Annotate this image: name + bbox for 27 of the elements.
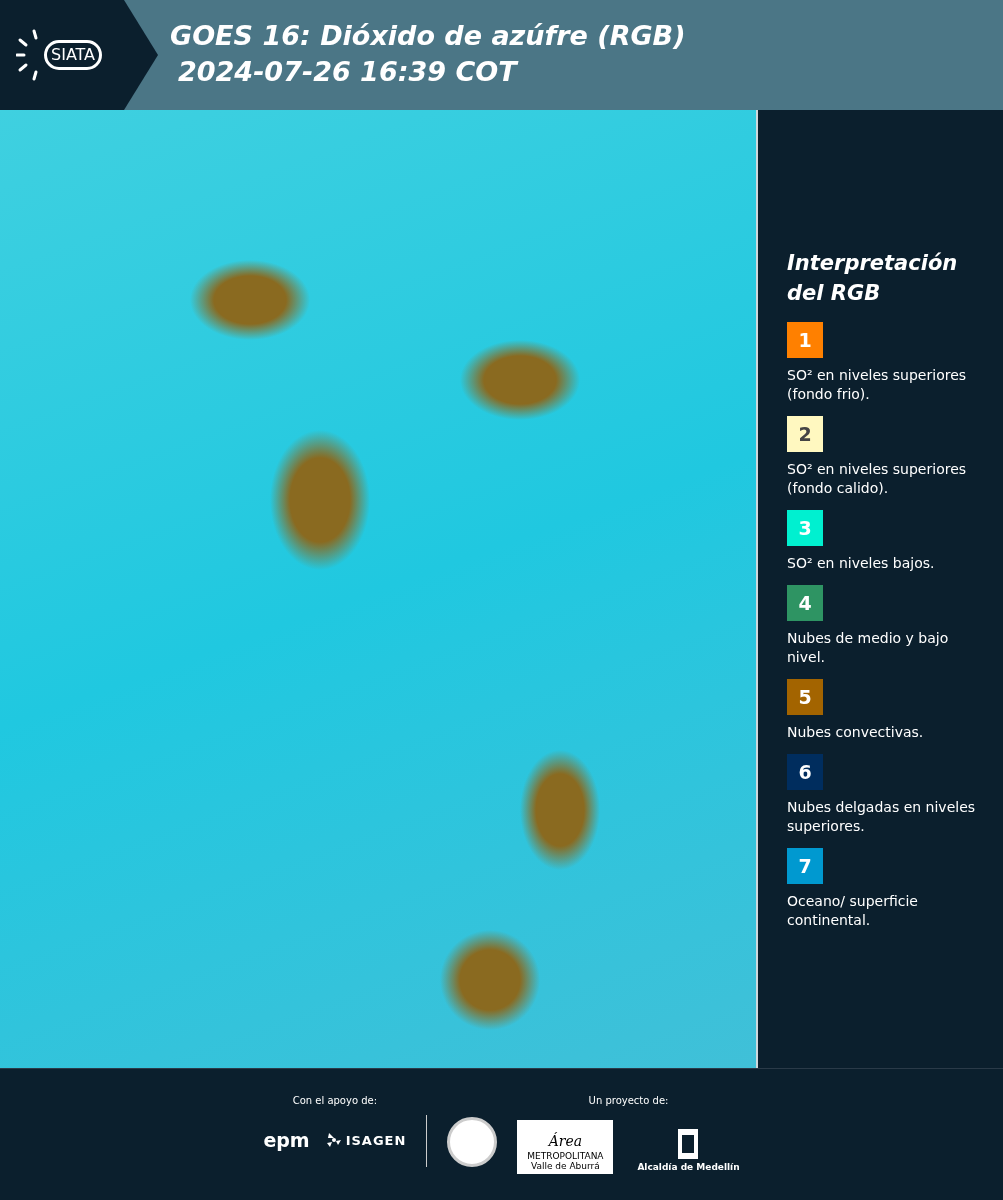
propeller-icon	[325, 1132, 342, 1149]
legend-text: Nubes convectivas.	[787, 723, 925, 742]
logo-text: ISAGEN	[345, 1131, 407, 1150]
legend-text: SO² en niveles superiores (fondo frio).	[787, 366, 968, 404]
logo-text: SIATA	[44, 40, 103, 70]
coat-of-arms-icon	[676, 1126, 701, 1161]
area-logo: Área METROPOLITANA Valle de Aburrá	[517, 1120, 614, 1174]
logo-text: Alcaldía de Medellín	[637, 1160, 740, 1174]
support-label: Con el apoyo de:	[291, 1094, 379, 1108]
legend-swatch: 7	[787, 848, 823, 884]
legend-text: SO² en niveles superiores (fondo calido).	[787, 460, 968, 498]
legend-title: Interpretación del RGB	[787, 250, 959, 307]
legend-swatch: 6	[787, 754, 823, 790]
legend-swatch: 1	[787, 322, 823, 358]
legend-text: SO² en niveles bajos.	[787, 554, 936, 573]
legend-swatch: 3	[787, 510, 823, 546]
page-title: GOES 16: Dióxido de azúfre (RGB)	[170, 19, 686, 53]
legend-text: Nubes de medio y bajo nivel.	[787, 629, 950, 667]
project-label: Un proyecto de:	[587, 1094, 670, 1108]
legend-text: Oceano/ superficie continental.	[787, 892, 919, 930]
legend-text: Nubes delgadas en niveles superiores.	[787, 798, 977, 836]
timestamp: 2024-07-26 16:39 COT	[177, 55, 520, 89]
legend-swatch: 5	[787, 679, 823, 715]
legend-swatch: 2	[787, 416, 823, 452]
seal-drawing	[447, 1117, 498, 1167]
logo-text: epm	[263, 1128, 310, 1153]
legend-swatch: 4	[787, 585, 823, 621]
